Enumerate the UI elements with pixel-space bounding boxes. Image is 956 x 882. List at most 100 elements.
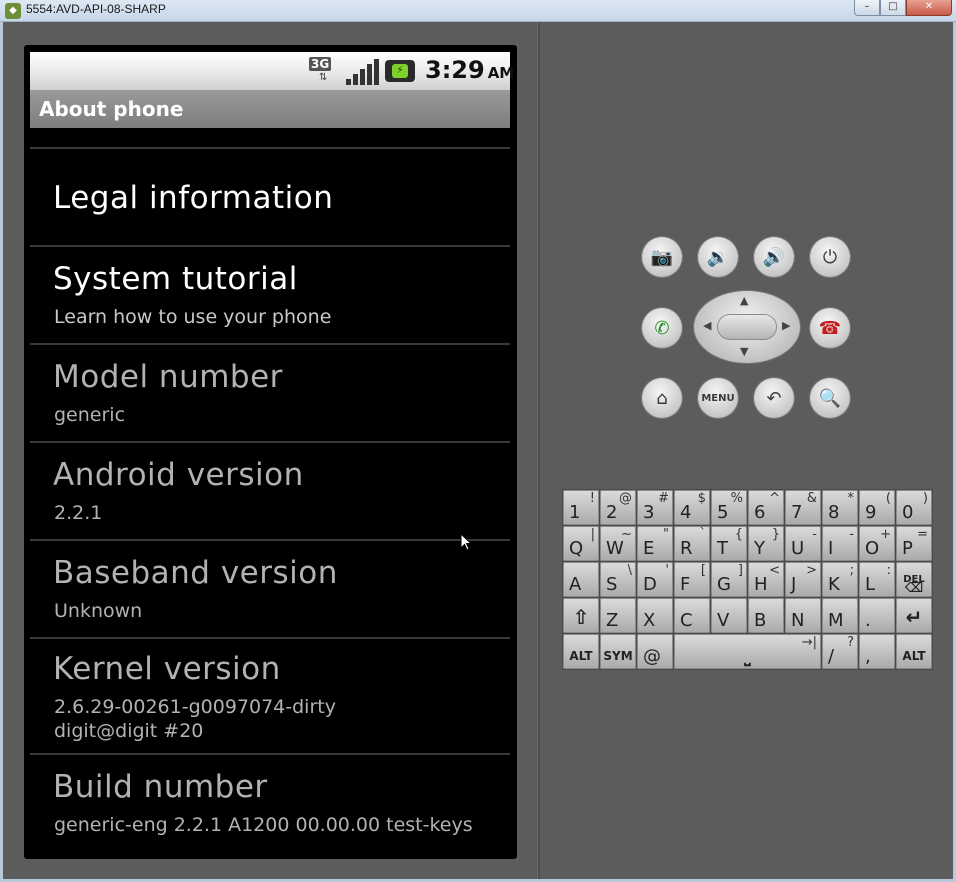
key-u[interactable]: U- — [785, 526, 821, 561]
key-j[interactable]: J > — [785, 562, 821, 597]
menu-button[interactable]: MENU — [698, 378, 738, 418]
list-item-system-tutorial[interactable]: System tutorial Learn how to use your ph… — [30, 247, 510, 343]
dpad-left-arrow-icon[interactable]: ◀ — [703, 319, 711, 332]
list-item-title: Legal information — [53, 180, 334, 216]
key-at[interactable]: @ — [637, 634, 673, 669]
key-h[interactable]: H < — [748, 562, 784, 597]
key-i[interactable]: I- — [822, 526, 858, 561]
volume-down-button[interactable]: 🔉 — [698, 237, 738, 277]
backspace-icon: ⌫ — [904, 581, 924, 596]
key-4[interactable]: 4 $ — [674, 490, 710, 525]
key-v[interactable]: V — [711, 598, 747, 633]
key-k[interactable]: K; — [822, 562, 858, 597]
list-item-legal-information[interactable]: Legal information — [30, 149, 510, 245]
key-l[interactable]: L: — [859, 562, 895, 597]
key-space[interactable]: →| ⎵ — [674, 634, 821, 669]
list-item-title: System tutorial — [53, 261, 298, 297]
dpad-up-arrow-icon[interactable]: ▲ — [740, 294, 748, 307]
key-0[interactable]: 0) — [896, 490, 932, 525]
key-q[interactable]: Q | — [563, 526, 599, 561]
volume-down-icon: 🔉 — [706, 246, 730, 268]
key-delete[interactable]: DEL ⌫ — [896, 562, 932, 597]
list-item-android-version: Android version 2.2.1 — [30, 443, 510, 539]
power-button[interactable]: ⏻ — [810, 237, 850, 277]
key-a[interactable]: A — [563, 562, 599, 597]
network-type-label: 3G — [309, 57, 332, 71]
settings-list[interactable]: Legal information System tutorial Learn … — [30, 128, 510, 856]
mouse-pointer-icon — [460, 533, 472, 551]
key-3[interactable]: 3 # — [637, 490, 673, 525]
key-shift[interactable]: ⇧ — [563, 598, 599, 633]
list-item-title: Model number — [53, 359, 283, 395]
key-x[interactable]: X — [637, 598, 673, 633]
key-r[interactable]: R ` — [674, 526, 710, 561]
key-7[interactable]: 7 & — [785, 490, 821, 525]
key-period[interactable]: . — [859, 598, 895, 633]
key-comma[interactable]: , — [859, 634, 895, 669]
key-9[interactable]: 9( — [859, 490, 895, 525]
enter-icon: ↵ — [905, 605, 923, 629]
key-alt-right[interactable]: ALT — [896, 634, 932, 669]
menu-label: MENU — [701, 392, 735, 404]
shift-icon: ⇧ — [572, 605, 590, 629]
key-c[interactable]: C — [674, 598, 710, 633]
list-item-title: Android version — [53, 457, 304, 493]
status-clock: 3:29 AM — [425, 56, 514, 84]
call-icon: ✆ — [654, 317, 670, 339]
key-n[interactable]: N — [785, 598, 821, 633]
dpad-right-arrow-icon[interactable]: ▶ — [782, 319, 790, 332]
list-item-baseband-version: Baseband version Unknown — [30, 541, 510, 637]
key-m[interactable]: M — [822, 598, 858, 633]
key-6[interactable]: 6 ^ — [748, 490, 784, 525]
key-5[interactable]: 5% — [711, 490, 747, 525]
key-o[interactable]: O + — [859, 526, 895, 561]
key-slash[interactable]: /? — [822, 634, 858, 669]
key-y[interactable]: Y} — [748, 526, 784, 561]
camera-icon: 📷 — [650, 246, 674, 268]
volume-up-button[interactable]: 🔊 — [754, 237, 794, 277]
key-enter[interactable]: ↵ — [896, 598, 932, 633]
key-z[interactable]: Z — [600, 598, 636, 633]
key-e[interactable]: E " — [637, 526, 673, 561]
search-button[interactable]: 🔍 — [810, 378, 850, 418]
key-d[interactable]: D ' — [637, 562, 673, 597]
list-item-title: Kernel version — [53, 651, 281, 687]
dpad-center-button[interactable] — [718, 315, 776, 339]
list-item-build-number: Build number generic-eng 2.2.1 A1200 00.… — [30, 755, 510, 856]
key-8[interactable]: 8 * — [822, 490, 858, 525]
back-button[interactable]: ↶ — [754, 378, 794, 418]
back-icon: ↶ — [766, 387, 782, 409]
list-item-summary: Unknown — [54, 600, 143, 622]
key-2[interactable]: 2 @ — [600, 490, 636, 525]
maximize-button[interactable]: □ — [880, 0, 906, 16]
home-button[interactable]: ⌂ — [642, 378, 682, 418]
key-f[interactable]: F[ — [674, 562, 710, 597]
android-app-icon: ◆ — [5, 3, 21, 19]
call-button[interactable]: ✆ — [642, 308, 682, 348]
key-g[interactable]: G] — [711, 562, 747, 597]
minimize-button[interactable]: – — [854, 0, 880, 16]
key-w[interactable]: W ~ — [600, 526, 636, 561]
signal-strength-icon — [344, 57, 379, 85]
key-alt-left[interactable]: ALT — [563, 634, 599, 669]
end-call-button[interactable]: ☎ — [810, 308, 850, 348]
list-item-summary: Learn how to use your phone — [54, 306, 332, 328]
dpad-down-arrow-icon[interactable]: ▼ — [740, 345, 748, 358]
key-s[interactable]: S \ — [600, 562, 636, 597]
close-button[interactable]: ✕ — [906, 0, 952, 16]
clock-ampm: AM — [487, 64, 515, 82]
key-b[interactable]: B — [748, 598, 784, 633]
key-sym[interactable]: SYM — [600, 634, 636, 669]
camera-button[interactable]: 📷 — [642, 237, 682, 277]
list-item-summary: 2.2.1 — [54, 502, 103, 524]
key-1[interactable]: 1! — [563, 490, 599, 525]
end-call-icon: ☎ — [818, 317, 842, 339]
window-controls: – □ ✕ — [854, 0, 952, 16]
key-t[interactable]: T{ — [711, 526, 747, 561]
list-item-kernel-version: Kernel version 2.6.29-00261-g0097074-dir… — [30, 639, 510, 753]
key-p[interactable]: P = — [896, 526, 932, 561]
status-bar: 3G ⇅ ⚡ 3:29 AM — [30, 52, 514, 90]
dpad[interactable]: ▲ ▼ ◀ ▶ — [694, 291, 800, 363]
list-item-summary-line2: digit@digit #20 — [54, 720, 204, 742]
clock-time: 3:29 — [425, 56, 485, 84]
